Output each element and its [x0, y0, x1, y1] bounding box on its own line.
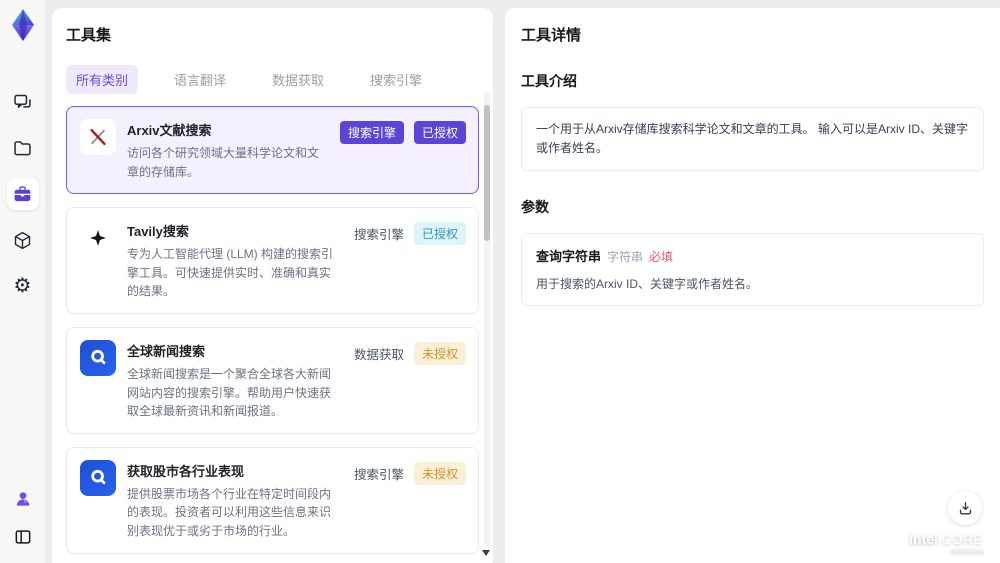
intro-text: 一个用于从Arxiv存储库搜索科学论文和文章的工具。 输入可以是Arxiv ID…: [536, 122, 969, 156]
param-type: 字符串: [607, 250, 644, 265]
intro-box: 一个用于从Arxiv存储库搜索科学论文和文章的工具。 输入可以是Arxiv ID…: [521, 107, 984, 172]
tool-description: 专为人工智能代理 (LLM) 构建的搜索引擎工具。可快速提供实时、准确和真实的结…: [127, 247, 334, 299]
intel-core-logo: intel CORE: [909, 531, 984, 547]
intel-ultra-badge: [950, 549, 984, 555]
tool-card[interactable]: 全球新闻搜索 全球新闻搜索是一个聚合全球各大新闻网站内容的搜索引擎。帮助用户快速…: [66, 326, 479, 434]
sidebar-item-files[interactable]: [7, 132, 39, 164]
core-wordmark: CORE: [941, 533, 984, 547]
intel-wordmark: intel: [909, 531, 938, 547]
tavily-sparkle-icon: [80, 220, 116, 257]
tool-details-panel: 工具详情 工具介绍 一个用于从Arxiv存储库搜索科学论文和文章的工具。 输入可…: [505, 8, 1000, 563]
tool-name: Tavily搜索: [127, 224, 189, 240]
param-description: 用于搜索的Arxiv ID、关键字或作者姓名。: [536, 277, 759, 292]
tool-name: Arxiv文献搜索: [127, 123, 212, 138]
tool-card[interactable]: Arxiv文献搜索 访问各个研究领域大量科学论文和文章的存储库。 搜索引擎 搜索…: [66, 106, 479, 195]
tool-category-label: 搜索引擎: [353, 228, 404, 243]
settings-icon: ⚙: [13, 275, 32, 297]
sidebar-item-settings[interactable]: ⚙: [7, 270, 39, 302]
category-tab[interactable]: 所有类别: [66, 65, 139, 94]
tool-description: 全球新闻搜索是一个聚合全球各大新闻网站内容的搜索引擎。帮助用户快速获取全球最新资…: [127, 366, 332, 419]
tool-description: 提供股票市场各个行业在特定时间段内的表现。投资者可以利用这些信息来识别表现优于或…: [127, 486, 332, 538]
chat-icon: [14, 94, 31, 108]
sidebar-item-collapse[interactable]: [7, 521, 39, 553]
sidebar-item-chat[interactable]: [7, 86, 39, 118]
tool-status-badge: 未授权: [413, 341, 466, 365]
folder-icon: [14, 140, 31, 155]
tool-description: 访问各个研究领域大量科学论文和文章的存储库。: [127, 146, 320, 179]
tool-name: 获取股市各行业表现: [127, 463, 245, 479]
app-logo: [11, 9, 34, 41]
param-name: 查询字符串: [536, 249, 602, 265]
scrollbar-thumb[interactable]: [484, 105, 490, 241]
tool-category-label: 搜索引擎: [353, 467, 404, 482]
tool-list: Arxiv文献搜索 访问各个研究领域大量科学论文和文章的存储库。 搜索引擎 搜索…: [66, 106, 479, 563]
toolset-panel: 工具集 所有类别 语言翻译 数据获取 搜索引擎 Arxiv文献搜索 访问各个研究领域大…: [52, 8, 493, 563]
blue-search-icon: [80, 459, 116, 496]
tool-status-badge: 未授权: [413, 461, 466, 485]
category-tabs: 所有类别 语言翻译 数据获取 搜索引擎: [66, 65, 479, 94]
sidebar-item-toolbox[interactable]: [6, 178, 39, 210]
param-box: 查询字符串 字符串 必填 用于搜索的Arxiv ID、关键字或作者姓名。: [521, 233, 984, 307]
category-tab[interactable]: 语言翻译: [164, 65, 236, 94]
download-button[interactable]: [948, 491, 982, 525]
toolbox-icon: [14, 185, 31, 201]
blue-search-icon: [80, 339, 116, 376]
category-tab[interactable]: 数据获取: [262, 65, 334, 94]
cube-icon: [14, 231, 31, 249]
left-icon-rail: ⚙: [0, 0, 45, 563]
tool-card[interactable]: Tavily搜索 专为人工智能代理 (LLM) 构建的搜索引擎工具。可快速提供实…: [66, 207, 479, 314]
arxiv-icon: [80, 119, 116, 155]
sidebar-item-models[interactable]: [7, 224, 39, 256]
tool-list-scrollbar[interactable]: [484, 92, 490, 547]
tool-category-chip: 搜索引擎: [339, 121, 404, 144]
details-title: 工具详情: [521, 27, 582, 44]
tool-card[interactable]: 获取股市各行业表现 提供股票市场各个行业在特定时间段内的表现。投资者可以利用这些…: [66, 446, 479, 554]
param-required-badge: 必填: [649, 250, 674, 265]
intro-heading: 工具介绍: [521, 73, 577, 89]
sidebar-item-profile[interactable]: [7, 483, 39, 515]
tool-status-badge: 已授权: [413, 121, 466, 144]
collapse-panel-icon: [15, 530, 30, 544]
param-header: 查询字符串 字符串 必填: [536, 246, 969, 266]
category-tab[interactable]: 搜索引擎: [360, 65, 432, 94]
download-icon: [959, 501, 971, 514]
toolset-title: 工具集: [66, 27, 112, 44]
user-avatar-icon: [16, 492, 29, 506]
tool-name: 全球新闻搜索: [127, 343, 206, 359]
params-heading: 参数: [521, 199, 549, 216]
tool-category-label: 数据获取: [353, 347, 404, 362]
tool-status-badge: 已授权: [413, 222, 466, 246]
scrollbar-down-arrow[interactable]: [482, 550, 490, 556]
